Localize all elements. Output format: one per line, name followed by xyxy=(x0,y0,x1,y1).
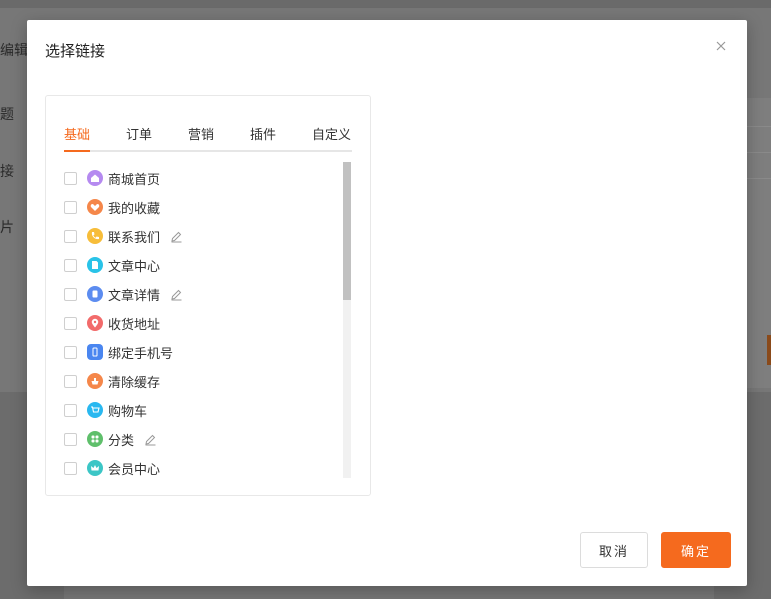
link-checkbox[interactable] xyxy=(64,258,77,272)
grid-icon xyxy=(87,431,103,447)
link-label: 会员中心 xyxy=(108,462,161,478)
tab-marketing[interactable]: 营销 xyxy=(188,124,214,150)
background-label-edit: 编辑 xyxy=(0,43,28,59)
link-item-home[interactable]: 商城首页 xyxy=(64,168,160,188)
background-button xyxy=(767,335,771,365)
link-item-bind-phone[interactable]: 绑定手机号 xyxy=(64,342,173,362)
background-label-image: 片 xyxy=(0,220,14,236)
link-checkbox[interactable] xyxy=(64,345,77,359)
phone-icon xyxy=(87,228,103,244)
dialog-title: 选择链接 xyxy=(45,42,106,60)
tab-orders[interactable]: 订单 xyxy=(126,124,152,150)
link-item-cart[interactable]: 购物车 xyxy=(64,400,147,420)
link-label: 分类 xyxy=(108,433,135,449)
link-checkbox[interactable] xyxy=(64,171,77,185)
heart-icon xyxy=(87,199,103,215)
link-label: 商城首页 xyxy=(108,172,161,188)
link-label: 我的收藏 xyxy=(108,201,161,217)
broom-icon xyxy=(87,373,103,389)
link-item-category[interactable]: 分类 xyxy=(64,429,157,449)
document-icon xyxy=(87,257,103,273)
background-header xyxy=(0,0,771,8)
link-item-articles[interactable]: 文章中心 xyxy=(64,255,160,275)
edit-icon[interactable] xyxy=(144,433,157,446)
link-label: 联系我们 xyxy=(108,230,161,246)
link-item-member-center[interactable]: 会员中心 xyxy=(64,458,160,478)
link-label: 清除缓存 xyxy=(108,375,161,391)
link-label: 绑定手机号 xyxy=(108,346,174,362)
link-label: 收货地址 xyxy=(108,317,161,333)
link-checkbox[interactable] xyxy=(64,403,77,417)
confirm-button[interactable]: 确定 xyxy=(661,532,731,568)
crown-icon xyxy=(87,460,103,476)
link-label: 购物车 xyxy=(108,404,148,420)
link-checkbox[interactable] xyxy=(64,461,77,475)
link-label: 文章详情 xyxy=(108,288,161,304)
link-item-article-detail[interactable]: 文章详情 xyxy=(64,284,183,304)
link-label: 文章中心 xyxy=(108,259,161,275)
tab-plugins[interactable]: 插件 xyxy=(250,124,276,150)
background-label-title: 题 xyxy=(0,107,14,123)
link-checkbox[interactable] xyxy=(64,287,77,301)
mobile-icon xyxy=(87,344,103,360)
background-label-link: 接 xyxy=(0,164,14,180)
edit-icon[interactable] xyxy=(170,230,183,243)
edit-icon[interactable] xyxy=(170,288,183,301)
location-icon xyxy=(87,315,103,331)
link-item-address[interactable]: 收货地址 xyxy=(64,313,160,333)
link-checkbox[interactable] xyxy=(64,316,77,330)
link-checkbox[interactable] xyxy=(64,229,77,243)
home-icon xyxy=(87,170,103,186)
scrollbar-thumb[interactable] xyxy=(343,162,351,300)
link-checkbox[interactable] xyxy=(64,374,77,388)
tab-custom[interactable]: 自定义 xyxy=(312,124,351,150)
link-picker-panel: 基础 订单 营销 插件 自定义 商城首页 我的收藏 联系我们 文章中心 文章详情… xyxy=(45,95,371,496)
article-icon xyxy=(87,286,103,302)
cancel-button[interactable]: 取消 xyxy=(580,532,648,568)
link-item-favorites[interactable]: 我的收藏 xyxy=(64,197,160,217)
tab-basic[interactable]: 基础 xyxy=(64,124,91,152)
link-checkbox[interactable] xyxy=(64,432,77,446)
link-item-clear-cache[interactable]: 清除缓存 xyxy=(64,371,160,391)
link-category-tabs: 基础 订单 营销 插件 自定义 xyxy=(64,124,352,152)
link-item-contact[interactable]: 联系我们 xyxy=(64,226,183,246)
link-checkbox[interactable] xyxy=(64,200,77,214)
cart-icon xyxy=(87,402,103,418)
close-icon[interactable] xyxy=(712,37,730,55)
select-link-dialog: 选择链接 基础 订单 营销 插件 自定义 商城首页 我的收藏 联系我们 文章中心… xyxy=(27,20,747,586)
